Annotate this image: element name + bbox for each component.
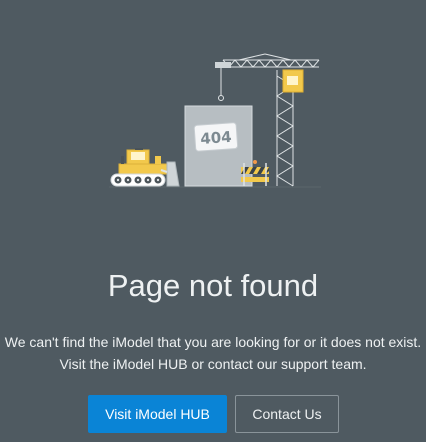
contact-us-button[interactable]: Contact Us [235, 395, 339, 433]
error-message-line-2: Visit the iModel HUB or contact our supp… [59, 356, 367, 372]
visit-imodel-hub-button[interactable]: Visit iModel HUB [88, 395, 227, 433]
404-sign: 404 [200, 128, 232, 148]
construction-404-icon: 404 [109, 53, 321, 188]
error-message-line-1: We can't find the iModel that you are lo… [4, 334, 422, 350]
error-page: 404 Page not found We can't find the iMo… [0, 0, 426, 442]
page-title: Page not found [107, 268, 319, 303]
